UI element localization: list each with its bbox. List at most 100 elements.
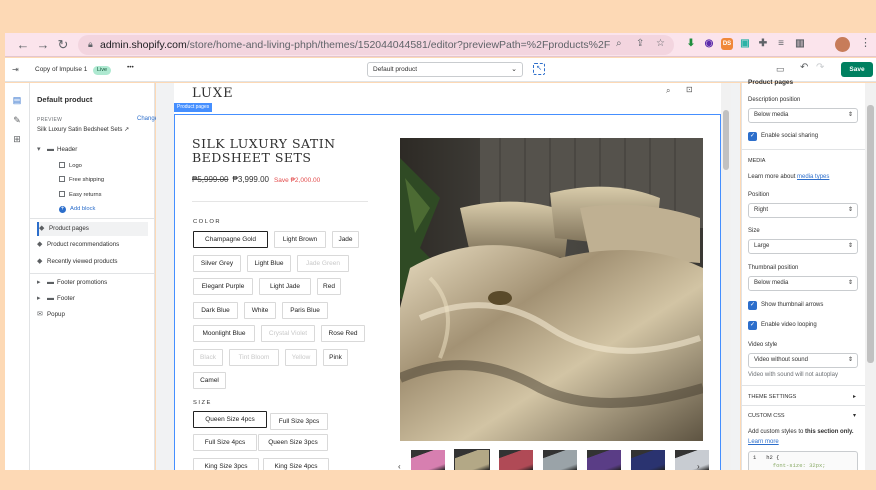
chevron-down-icon[interactable]: ▾ [853, 412, 856, 419]
cart-icon[interactable]: ⊡ [686, 85, 693, 94]
color-option[interactable]: White [244, 301, 276, 319]
exit-icon[interactable]: ⇥ [12, 65, 19, 74]
zoom-search-icon[interactable]: ⌕ [616, 38, 622, 49]
section-popup[interactable]: ✉ Popup [37, 308, 148, 322]
tag-icon: ◆ [37, 258, 43, 265]
add-block-button[interactable]: + Add block [59, 203, 95, 215]
color-option[interactable]: Jade Green [297, 254, 349, 272]
size-option[interactable]: Queen Size 3pcs [258, 434, 328, 451]
header-block-free-shipping[interactable]: Free shipping [59, 174, 104, 186]
description-position-select[interactable]: Below media ⇕ [748, 108, 858, 123]
product-thumbnail[interactable] [454, 449, 490, 470]
screen-extension-icon[interactable]: ▣ [739, 38, 751, 50]
block-icon [59, 191, 65, 198]
section-footer-promotions[interactable]: ▸ ▬ Footer promotions [37, 276, 148, 290]
color-option[interactable]: Jade [332, 231, 359, 248]
color-option[interactable]: Light Blue [247, 254, 291, 272]
custom-css-learn-more[interactable]: Learn more [748, 439, 779, 445]
size-select[interactable]: Large ⇕ [748, 239, 858, 254]
settings-scrollbar[interactable] [865, 83, 876, 470]
product-thumbnail[interactable] [675, 450, 709, 470]
profile-avatar[interactable] [835, 37, 850, 52]
custom-css-heading[interactable]: CUSTOM CSS [748, 413, 785, 419]
download-arrow-icon[interactable]: ⬇ [685, 38, 697, 50]
media-types-link[interactable]: media types [797, 174, 829, 180]
color-option[interactable]: Tint Bloom [229, 348, 279, 366]
section-header[interactable]: ▾ ▬ Header [37, 143, 148, 157]
download-circle-icon[interactable]: ◉ [703, 38, 715, 50]
section-recently-viewed[interactable]: ◆ Recently viewed products [37, 255, 148, 269]
color-option[interactable]: Dark Blue [193, 301, 238, 319]
product-main-image[interactable] [400, 138, 703, 441]
redo-icon[interactable]: ↷ [816, 62, 824, 73]
forward-arrow-icon[interactable]: → [35, 37, 51, 53]
thumbs-next-icon[interactable]: › [697, 462, 700, 470]
social-sharing-checkbox[interactable]: ✓ [748, 132, 757, 141]
thumbnail-arrows-checkbox[interactable]: ✓ [748, 301, 757, 310]
color-option[interactable]: Rose Red [321, 325, 365, 342]
more-actions-icon[interactable]: ••• [127, 64, 134, 71]
color-option[interactable]: Yellow [285, 348, 317, 366]
sections-icon[interactable]: ▤ [11, 95, 23, 107]
theme-settings-brush-icon[interactable]: ✎ [11, 115, 23, 127]
product-thumbnail[interactable] [543, 450, 577, 470]
store-logo[interactable]: LUXE [192, 86, 234, 101]
device-preview-icon[interactable]: ▭ [776, 64, 785, 75]
share-icon[interactable]: ⇪ [636, 38, 644, 49]
chevron-down-icon: ⌄ [511, 66, 517, 73]
thumbs-prev-icon[interactable]: ‹ [398, 462, 401, 470]
search-icon[interactable]: ⌕ [666, 86, 670, 96]
color-option[interactable]: Moonlight Blue [193, 325, 255, 342]
chevron-right-icon[interactable]: ▸ [853, 393, 856, 400]
size-option[interactable]: Full Size 3pcs [270, 413, 328, 430]
section-product-pages[interactable]: ◆ Product pages [37, 222, 148, 236]
size-option[interactable]: Queen Size 4pcs [193, 411, 267, 428]
product-thumbnail[interactable] [411, 450, 445, 470]
template-select[interactable]: Default product ⌄ [367, 62, 523, 77]
back-arrow-icon[interactable]: ← [15, 37, 31, 53]
apps-grid-icon[interactable]: ⊞ [11, 134, 23, 146]
save-button[interactable]: Save [841, 62, 873, 77]
browser-menu-icon[interactable]: ⋮ [860, 36, 871, 49]
color-option[interactable]: Champagne Gold [193, 231, 268, 248]
url-text[interactable]: admin.shopify.com/store/home-and-living-… [100, 39, 610, 51]
custom-css-editor[interactable]: 1 h2 { font-size: 32px; [748, 451, 858, 470]
color-option[interactable]: Pink [323, 348, 348, 366]
ds-extension-icon[interactable]: DS [721, 38, 733, 50]
section-footer[interactable]: ▸ ▬ Footer [37, 292, 148, 306]
product-thumbnail[interactable] [499, 450, 533, 470]
theme-settings-heading[interactable]: THEME SETTINGS [748, 394, 796, 400]
color-option[interactable]: Light Jade [259, 278, 311, 295]
reload-icon[interactable]: ↻ [55, 37, 71, 53]
size-option[interactable]: Full Size 4pcs [193, 434, 257, 451]
header-block-logo[interactable]: Logo [59, 160, 82, 172]
color-option[interactable]: Paris Blue [282, 301, 328, 319]
video-looping-checkbox[interactable]: ✓ [748, 321, 757, 330]
position-select[interactable]: Right ⇕ [748, 203, 858, 218]
header-block-easy-returns[interactable]: Easy returns [59, 189, 102, 201]
sidepanel-icon[interactable]: ▥ [794, 38, 806, 50]
inspector-icon[interactable]: ↖ [533, 63, 545, 75]
puzzle-icon[interactable]: ✚ [757, 38, 769, 50]
color-option[interactable]: Light Brown [274, 231, 326, 248]
product-thumbnail[interactable] [587, 450, 621, 470]
size-option[interactable]: King Size 4pcs [263, 458, 329, 470]
change-preview-link[interactable]: Change [137, 116, 158, 122]
bookmark-star-icon[interactable]: ☆ [656, 38, 665, 49]
color-option[interactable]: Silver Grey [193, 254, 241, 272]
address-bar[interactable]: 🔒︎ admin.shopify.com/store/home-and-livi… [78, 35, 674, 55]
preview-scrollbar[interactable] [721, 83, 731, 470]
undo-icon[interactable]: ↶ [800, 62, 808, 73]
color-option[interactable]: Black [193, 348, 223, 366]
section-product-recommendations[interactable]: ◆ Product recommendations [37, 238, 148, 252]
color-option[interactable]: Crystal Violet [261, 325, 315, 342]
color-option[interactable]: Camel [193, 372, 226, 389]
size-option[interactable]: King Size 3pcs [193, 458, 259, 470]
product-thumbnail[interactable] [631, 450, 665, 470]
color-option[interactable]: Red [317, 278, 341, 295]
thumbnail-position-select[interactable]: Below media ⇕ [748, 276, 858, 291]
video-style-select[interactable]: Video without sound ⇕ [748, 353, 858, 368]
playlist-icon[interactable]: ≡ [775, 38, 787, 50]
color-option[interactable]: Elegant Purple [193, 278, 253, 295]
preview-product[interactable]: Silk Luxury Satin Bedsheet Sets ↗ [37, 126, 129, 133]
